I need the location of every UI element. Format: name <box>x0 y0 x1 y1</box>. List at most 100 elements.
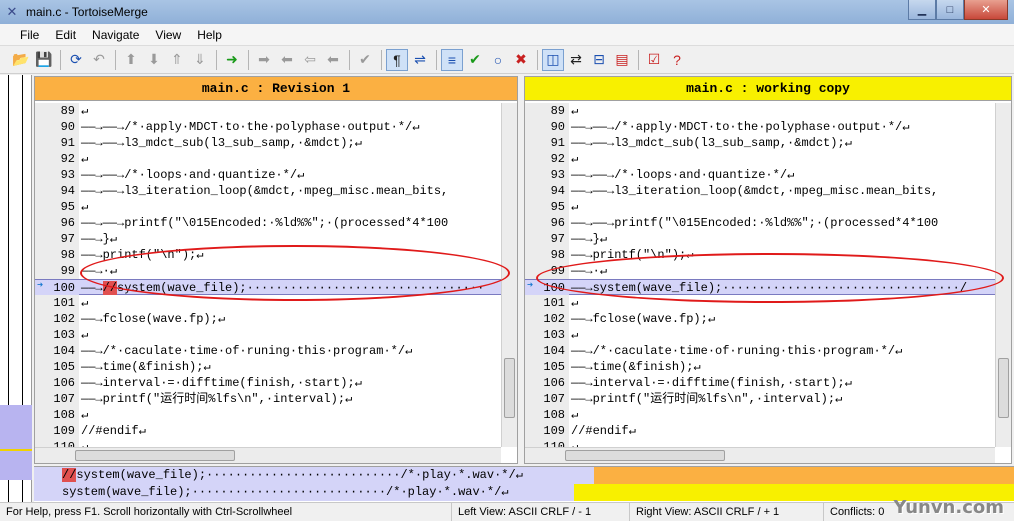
wrap-icon[interactable]: ⇌ <box>409 49 431 71</box>
next-conflict-icon[interactable]: ⇓ <box>189 49 211 71</box>
help-icon[interactable]: ? <box>666 49 688 71</box>
location-icon[interactable]: ⊟ <box>588 49 610 71</box>
patch-icon[interactable]: ▤ <box>611 49 633 71</box>
code-text: ——→——→/*·apply·MDCT·to·the·polyphase·out… <box>79 119 419 135</box>
circle-icon[interactable]: ○ <box>487 49 509 71</box>
inline-diff-icon[interactable]: ≡ <box>441 48 463 71</box>
menu-file[interactable]: File <box>12 28 47 42</box>
title-bar[interactable]: ✕ main.c - TortoiseMerge ▁ □ ✕ <box>0 0 1014 24</box>
use-block-icon[interactable]: ➡ <box>253 49 275 71</box>
mark-resolved-icon[interactable]: ✔ <box>464 49 486 71</box>
menu-view[interactable]: View <box>147 28 189 42</box>
right-vertical-thumb[interactable] <box>998 358 1009 418</box>
code-text: ——→}↵ <box>569 231 607 247</box>
code-line: 108 ↵ <box>35 407 501 423</box>
close-button[interactable]: ✕ <box>964 0 1008 20</box>
save-icon[interactable]: 💾 <box>33 49 55 71</box>
code-text: ——→fclose(wave.fp);↵ <box>79 311 225 327</box>
code-text-segment: ↵ <box>571 296 579 310</box>
code-text: ↵ <box>79 199 88 215</box>
line-number: 91 <box>525 135 569 151</box>
next-diff-icon[interactable]: ⬇ <box>143 49 165 71</box>
menu-help[interactable]: Help <box>189 28 230 42</box>
code-line: 108 ↵ <box>525 407 995 423</box>
code-line: 93 ——→——→/*·loops·and·quantize·*/↵ <box>35 167 501 183</box>
bottom-line-diff: //system(wave_file);····················… <box>34 466 1014 502</box>
code-text: ↵ <box>569 439 578 447</box>
discard-icon[interactable]: ✖ <box>510 49 532 71</box>
use-other-icon[interactable]: ⇦ <box>299 49 321 71</box>
code-text-segment: ——→}↵ <box>571 232 608 246</box>
code-text-segment: ——→/*·caculate·time·of·runing·this·progr… <box>571 344 903 358</box>
menu-navigate[interactable]: Navigate <box>84 28 147 42</box>
code-line: 95 ↵ <box>525 199 995 215</box>
use-right-icon[interactable]: ➜ <box>221 49 243 71</box>
code-text: ——→interval·=·difftime(finish,·start);↵ <box>569 375 852 391</box>
code-text: ——→printf("运行时间%lfs\n",·interval);↵ <box>79 391 352 407</box>
app-icon: ✕ <box>6 4 18 19</box>
location-bar[interactable] <box>0 75 32 505</box>
code-text-segment: ——→——→l3_mdct_sub(l3_sub_samp,·&mdct);↵ <box>571 136 852 150</box>
watermark-text: Yunvn.com <box>893 497 1004 518</box>
left-horizontal-scrollbar[interactable] <box>35 447 501 463</box>
whitespace-icon[interactable]: ¶ <box>386 48 408 71</box>
code-line: 105 ——→time(&finish);↵ <box>35 359 501 375</box>
right-horizontal-thumb[interactable] <box>565 450 725 461</box>
code-text: ↵ <box>569 151 578 167</box>
left-horizontal-thumb[interactable] <box>75 450 235 461</box>
toolbar-separator <box>248 49 249 70</box>
reload-icon[interactable]: ⟳ <box>65 49 87 71</box>
code-text: ——→printf("运行时间%lfs\n",·interval);↵ <box>569 391 842 407</box>
line-number: 109 <box>525 423 569 439</box>
open-icon[interactable]: 📂 <box>10 49 32 71</box>
minimize-button[interactable]: ▁ <box>908 0 936 20</box>
code-line: 103 ↵ <box>525 327 995 343</box>
spell-icon[interactable]: ✔ <box>354 49 376 71</box>
status-right-view: Right View: ASCII CRLF / + 1 <box>630 502 824 521</box>
right-horizontal-scrollbar[interactable] <box>525 447 995 463</box>
settings-icon[interactable]: ☑ <box>643 49 665 71</box>
line-number: 95 <box>35 199 79 215</box>
code-text: ↵ <box>79 295 88 311</box>
code-text: ——→}↵ <box>79 231 117 247</box>
code-text-segment: ↵ <box>81 408 89 422</box>
menu-edit[interactable]: Edit <box>47 28 84 42</box>
code-text: ↵ <box>569 199 578 215</box>
code-text-segment: ——→printf("运行时间%lfs\n",·interval);↵ <box>571 392 843 406</box>
two-pane-icon[interactable]: ◫ <box>542 48 564 71</box>
line-number: 106 <box>35 375 79 391</box>
code-text-segment: ——→fclose(wave.fp);↵ <box>571 312 716 326</box>
toolbar-separator <box>436 49 437 70</box>
use-left-icon[interactable]: ⬅ <box>276 49 298 71</box>
line-number: 91 <box>35 135 79 151</box>
code-text-segment: ——→interval·=·difftime(finish,·start);↵ <box>81 376 362 390</box>
code-line: 96 ——→——→printf("\015Encoded:·%ld%%";·(pr… <box>525 215 995 231</box>
code-text-segment: ——→——→printf("\015Encoded:·%ld%%";·(proc… <box>571 216 939 230</box>
code-line: 102 ——→fclose(wave.fp);↵ <box>525 311 995 327</box>
bottom-line-right: system(wave_file);······················… <box>34 484 1014 501</box>
tortoisemerge-window: ✕ main.c - TortoiseMerge ▁ □ ✕ File Edit… <box>0 0 1014 521</box>
undo-icon[interactable]: ↶ <box>88 49 110 71</box>
swap-icon[interactable]: ⇄ <box>565 49 587 71</box>
code-line: 107 ——→printf("运行时间%lfs\n",·interval);↵ <box>525 391 995 407</box>
code-text-segment: ——→——→l3_mdct_sub(l3_sub_samp,·&mdct);↵ <box>81 136 362 150</box>
code-text: ——→——→/*·loops·and·quantize·*/↵ <box>79 167 304 183</box>
toolbar-separator <box>537 49 538 70</box>
left-vertical-thumb[interactable] <box>504 358 515 418</box>
current-position-marker <box>0 449 32 451</box>
prev-diff-icon[interactable]: ⬆ <box>120 49 142 71</box>
code-text: ——→/*·caculate·time·of·runing·this·progr… <box>79 343 412 359</box>
code-text: ↵ <box>79 151 88 167</box>
code-line: 109//#endif↵ <box>525 423 995 439</box>
code-text: ↵ <box>569 103 578 119</box>
code-text-segment: //#endif↵ <box>81 424 146 438</box>
bottom-line-right-text: system(wave_file);······················… <box>62 485 509 499</box>
code-text: ——→time(&finish);↵ <box>79 359 211 375</box>
prev-conflict-icon[interactable]: ⇑ <box>166 49 188 71</box>
left-pane-title: main.c : Revision 1 <box>35 77 517 101</box>
maximize-button[interactable]: □ <box>936 0 964 20</box>
code-line: 106 ——→interval·=·difftime(finish,·start)… <box>35 375 501 391</box>
code-text: ↵ <box>569 327 578 343</box>
line-number: 108 <box>35 407 79 423</box>
use-theirs-icon[interactable]: ⬅ <box>322 49 344 71</box>
